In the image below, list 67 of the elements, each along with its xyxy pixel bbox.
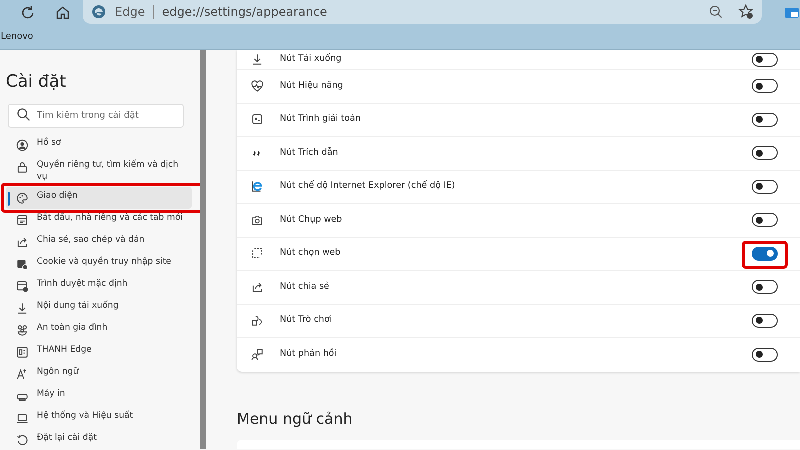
browser-panel-icon	[16, 346, 29, 359]
setting-label: Nút Chụp web	[280, 214, 344, 227]
laptop-icon	[16, 412, 29, 425]
setting-label: Nút chia sẻ	[280, 280, 330, 294]
setting-label: Nút Hiệu năng	[280, 80, 344, 93]
site-label: Edge	[115, 4, 146, 21]
sidebar-item[interactable]: Bắt đầu, nhà riêng và các tab mới	[6, 208, 192, 231]
scrollbar[interactable]	[200, 50, 206, 449]
browser-logo-icon	[91, 4, 107, 20]
window-icon	[16, 214, 29, 227]
toggle-switch[interactable]	[752, 213, 778, 228]
palette-icon	[16, 192, 29, 205]
toggle-switch[interactable]	[752, 52, 778, 66]
star-plus-icon[interactable]	[738, 4, 754, 20]
download-icon	[251, 53, 264, 66]
url-text: edge://settings/appearance	[162, 4, 328, 21]
toggle-switch[interactable]	[752, 280, 778, 294]
home-icon[interactable]	[55, 5, 71, 21]
setting-label: Nút chọn web	[280, 247, 342, 260]
heart-pulse-icon	[251, 80, 264, 93]
toggle-switch[interactable]	[752, 79, 778, 94]
share-icon	[16, 236, 29, 249]
select-frame-icon	[251, 247, 264, 260]
ie-logo-icon	[251, 180, 264, 194]
sidebar-item[interactable]: Hệ thống và Hiệu suất	[6, 406, 192, 429]
toggle-switch[interactable]	[752, 348, 778, 362]
setting-label: Nút Trình giải toán	[280, 113, 362, 126]
share-icon	[251, 280, 264, 294]
toggle-switch[interactable]	[752, 112, 778, 127]
sidebar-item[interactable]: An toàn gia đình	[6, 318, 192, 341]
calculator-icon	[251, 113, 264, 126]
language-icon	[16, 368, 29, 381]
setting-label: Nút Trò chơi	[280, 314, 334, 328]
family-icon	[16, 324, 29, 337]
reload-icon[interactable]	[20, 5, 36, 21]
download-icon	[16, 302, 29, 315]
window-icon[interactable]	[784, 5, 800, 21]
toggle-switch[interactable]	[752, 180, 778, 194]
toggle-switch[interactable]	[752, 314, 778, 328]
sidebar-item[interactable]: Cookie và quyền truy nhập site	[6, 252, 192, 275]
bookmark-link[interactable]: Lenovo	[1, 31, 34, 44]
cookie-icon	[16, 258, 29, 271]
sidebar-item[interactable]: Ngôn ngữ	[6, 362, 192, 385]
address-bar[interactable]: Edge edge://settings/appearance	[83, 0, 762, 24]
lock-icon	[16, 161, 29, 174]
toggle-switch[interactable]	[752, 246, 778, 261]
reset-icon	[16, 434, 29, 447]
sidebar-item[interactable]: Quyền riêng tư, tìm kiếm và dịch vụ	[6, 156, 192, 187]
browser-check-icon	[16, 280, 29, 293]
person-circle-icon	[16, 139, 29, 152]
sidebar-item[interactable]: Đặt lại cài đặt	[6, 428, 192, 449]
section-heading: Menu ngữ cảnh	[237, 408, 354, 430]
sidebar-item[interactable]: Máy in	[6, 384, 192, 407]
zoom-out-icon[interactable]	[708, 4, 724, 20]
sidebar-item[interactable]: Nội dung tải xuống	[6, 296, 192, 319]
setting-label: Nút Trích dẫn	[280, 146, 340, 160]
setting-label: Nút Tải xuống	[280, 52, 343, 66]
toggle-switch[interactable]	[752, 146, 778, 160]
sidebar-item[interactable]: Trình duyệt mặc định	[6, 274, 192, 297]
setting-label: Nút phản hồi	[280, 348, 338, 362]
sidebar-item[interactable]: Hồ sơ	[6, 134, 192, 156]
setting-label: Nút chế độ Internet Explorer (chế độ IE)	[280, 180, 456, 194]
sidebar-item[interactable]: Chia sẻ, sao chép và dán	[6, 230, 192, 253]
sidebar-item[interactable]: THANH Edge	[6, 340, 192, 363]
settings-title: Cài đặt	[6, 72, 68, 92]
feedback-icon	[251, 348, 264, 362]
camera-icon	[251, 214, 264, 227]
